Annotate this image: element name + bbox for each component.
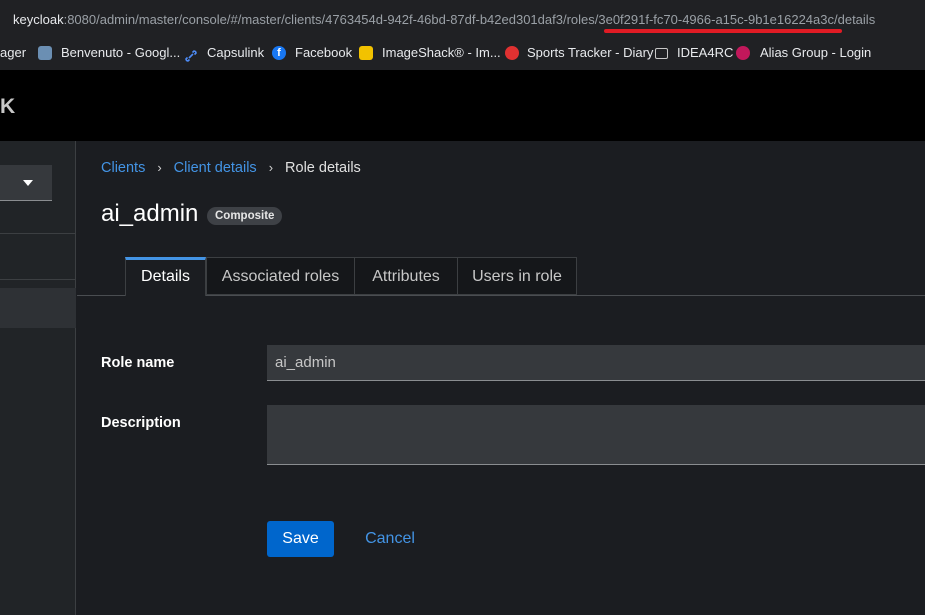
page-title: ai_admin [101, 200, 199, 227]
bookmark-item[interactable]: ImageShack® - Im... [359, 40, 501, 66]
bookmark-item[interactable]: IDEA4RC [655, 40, 733, 66]
tab-users-in-role[interactable]: Users in role [457, 257, 577, 295]
tab-details[interactable]: Details [125, 257, 206, 296]
bookmark-item[interactable]: Alias Group - Login [736, 40, 871, 66]
bookmark-label: IDEA4RC [677, 45, 734, 60]
red-highlight-underline [604, 29, 842, 33]
url-text[interactable]: keycloak:8080/admin/master/console/#/mas… [13, 0, 875, 40]
composite-badge: Composite [207, 207, 283, 225]
alias-icon [736, 46, 750, 60]
chevron-right-icon: › [268, 160, 274, 175]
sidebar [0, 141, 76, 615]
breadcrumb-current: Role details [285, 160, 361, 176]
folder-icon [655, 48, 668, 59]
tab-attributes[interactable]: Attributes [354, 257, 458, 295]
bookmark-item[interactable]: Benvenuto - Googl... [38, 40, 180, 66]
breadcrumb-clients-link[interactable]: Clients [101, 160, 145, 176]
bookmark-label: Alias Group - Login [760, 45, 872, 60]
browser-address-bar[interactable]: keycloak:8080/admin/master/console/#/mas… [0, 0, 925, 40]
facebook-icon: f [272, 46, 286, 60]
bookmark-label: ager [0, 45, 27, 60]
tab-associated-roles[interactable]: Associated roles [206, 257, 355, 295]
camera-icon [359, 46, 373, 60]
logo[interactable]: K [0, 95, 16, 119]
save-button[interactable]: Save [267, 521, 334, 557]
sports-icon [505, 46, 519, 60]
bookmark-item[interactable]: f Facebook [272, 40, 352, 66]
bookmark-item[interactable]: Capsulink [184, 40, 264, 66]
link-icon [184, 46, 198, 62]
bookmark-item[interactable]: Sports Tracker - Diary [505, 40, 653, 66]
role-name-input[interactable] [267, 345, 925, 381]
breadcrumb: Clients › Client details › Role details [101, 160, 361, 176]
bookmark-label: Capsulink [207, 45, 265, 60]
bookmark-item[interactable]: ager [0, 40, 26, 66]
sidebar-divider [0, 233, 76, 234]
sidebar-item-active[interactable] [0, 288, 76, 328]
sidebar-divider [0, 279, 76, 280]
bookmarks-bar: ager Benvenuto - Googl... Capsulink f Fa… [0, 40, 925, 70]
realm-selector[interactable] [0, 165, 52, 201]
bookmark-label: Facebook [295, 45, 353, 60]
description-label: Description [101, 415, 181, 431]
breadcrumb-client-details-link[interactable]: Client details [174, 160, 257, 176]
bookmark-label: Benvenuto - Googl... [61, 45, 181, 60]
bookmark-label: ImageShack® - Im... [382, 45, 501, 60]
chevron-right-icon: › [157, 160, 162, 175]
bookmark-label: Sports Tracker - Diary [527, 45, 654, 60]
role-name-label: Role name [101, 355, 175, 371]
url-path: :8080/admin/master/console/#/master/clie… [63, 12, 876, 27]
cancel-button[interactable]: Cancel [354, 521, 426, 557]
caret-down-icon [23, 180, 33, 186]
url-host: keycloak [13, 12, 64, 27]
photo-icon [38, 46, 52, 60]
description-textarea[interactable] [267, 405, 925, 465]
app-masthead [0, 70, 925, 141]
